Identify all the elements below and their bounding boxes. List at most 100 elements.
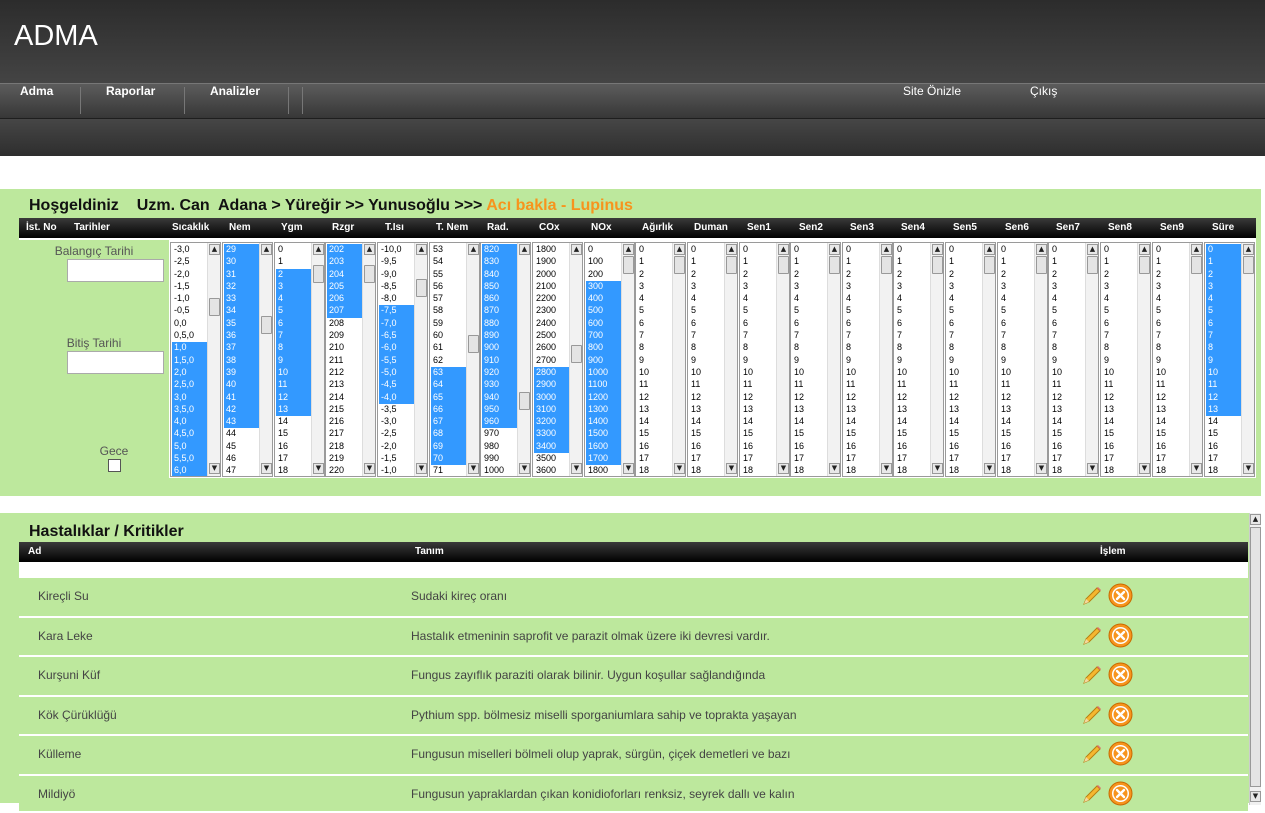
listbox-option[interactable]: 16 (741, 441, 778, 453)
listbox-duman[interactable]: 0 1 2 3 4 5 6 7 8 9 10 11 12 13 14 15 16 17 18 ▲ ▼ (687, 242, 738, 477)
scroll-up-icon[interactable]: ▲ (313, 244, 324, 255)
listbox-option[interactable]: 7 (1206, 330, 1243, 343)
col-header-desc[interactable]: Tanım (415, 546, 444, 557)
listbox-option[interactable]: 17 (1154, 453, 1191, 465)
listbox-option[interactable]: 7 (637, 330, 674, 342)
listbox-option[interactable]: 16 (844, 441, 881, 453)
listbox-option[interactable]: 15 (741, 428, 778, 440)
listbox-option[interactable]: 13 (741, 404, 778, 416)
listbox-option[interactable]: 13 (1102, 404, 1139, 416)
listbox-option[interactable]: 1000 (586, 366, 623, 380)
scroll-up-icon[interactable]: ▲ (674, 244, 685, 255)
listbox-option[interactable]: 0 (947, 244, 984, 256)
listbox-option[interactable]: 15 (1102, 428, 1139, 440)
listbox-option[interactable]: 12 (999, 392, 1036, 404)
listbox-option[interactable]: 5 (947, 305, 984, 317)
listbox-option[interactable]: 15 (276, 428, 313, 440)
table-row[interactable]: Kök Çürüklüğü Pythium spp. bölmesiz misel… (19, 694, 1248, 732)
listbox-option[interactable]: 18 (1154, 465, 1191, 476)
listbox-option[interactable]: 11 (895, 379, 932, 391)
listbox-option[interactable]: 16 (1050, 441, 1087, 453)
listbox-option[interactable]: 9 (999, 355, 1036, 367)
listbox-option[interactable]: 2500 (534, 330, 571, 342)
listbox-nem[interactable]: 29 30 31 32 33 34 35 36 37 38 39 40 41 42 43 44 45 46 47 ▲ ▼ (222, 242, 273, 477)
listbox-option[interactable]: -4,5 (379, 379, 416, 392)
listbox-option[interactable]: 14 (1206, 416, 1243, 428)
listbox-option[interactable]: 10 (1102, 367, 1139, 379)
listbox-option[interactable]: 17 (999, 453, 1036, 465)
scroll-thumb[interactable] (209, 298, 220, 316)
listbox-option[interactable]: 1 (1102, 256, 1139, 268)
listbox-option[interactable]: 4 (895, 293, 932, 305)
listbox-option[interactable]: 1 (741, 256, 778, 268)
listbox-option[interactable]: 64 (431, 379, 468, 392)
listbox-option[interactable]: -9,0 (379, 269, 416, 281)
listbox-option[interactable]: -3,0 (379, 416, 416, 428)
listbox-option[interactable]: 4 (844, 293, 881, 305)
listbox-option[interactable]: 40 (224, 379, 261, 392)
listbox-option[interactable]: 13 (895, 404, 932, 416)
listbox-option[interactable]: 17 (1050, 453, 1087, 465)
listbox-option[interactable]: 3 (947, 281, 984, 293)
listbox-option[interactable]: 16 (637, 441, 674, 453)
listbox-option[interactable]: 18 (792, 465, 829, 476)
listbox-scrollbar[interactable]: ▲ ▼ (1034, 243, 1047, 476)
listbox-option[interactable]: 15 (792, 428, 829, 440)
listbox-option[interactable]: 9 (1050, 355, 1087, 367)
listbox-option[interactable]: 10 (844, 367, 881, 379)
listbox-option[interactable]: 0 (999, 244, 1036, 256)
listbox-scrollbar[interactable]: ▲ ▼ (930, 243, 943, 476)
listbox-option[interactable]: 0 (637, 244, 674, 256)
scroll-up-icon[interactable]: ▲ (261, 244, 272, 255)
listbox-option[interactable]: 12 (895, 392, 932, 404)
listbox-option[interactable]: 14 (689, 416, 726, 428)
listbox-option[interactable]: 8 (844, 342, 881, 354)
listbox-option[interactable]: 10 (1050, 367, 1087, 379)
listbox-option[interactable]: 9 (1206, 354, 1243, 367)
listbox-option[interactable]: 11 (741, 379, 778, 391)
scroll-thumb[interactable] (984, 256, 995, 274)
table-row[interactable]: Mildiyö Fungusun yapraklardan çıkan konid… (19, 774, 1248, 811)
listbox-sen7[interactable]: 0 1 2 3 4 5 6 7 8 9 10 11 12 13 14 15 16 17 18 ▲ ▼ (1048, 242, 1099, 477)
listbox-option[interactable]: 2700 (534, 355, 571, 367)
listbox-option[interactable]: 36 (224, 330, 261, 343)
listbox-ygm[interactable]: 0 1 2 3 4 5 6 7 8 9 10 11 12 13 14 15 16 17 18 ▲ ▼ (274, 242, 325, 477)
listbox-option[interactable]: 2,0 (172, 366, 209, 380)
scroll-up-icon[interactable]: ▲ (1243, 244, 1254, 255)
listbox-option[interactable]: 204 (327, 268, 364, 281)
listbox-option[interactable]: 9 (637, 355, 674, 367)
scroll-thumb[interactable] (1087, 256, 1098, 274)
listbox-option[interactable]: 1,0 (172, 342, 209, 355)
listbox-scrollbar[interactable]: ▲ ▼ (466, 243, 479, 476)
listbox-option[interactable]: 8 (947, 342, 984, 354)
listbox-option[interactable]: 600 (586, 317, 623, 331)
listbox-option[interactable]: 211 (327, 355, 364, 367)
listbox-option[interactable]: 16 (947, 441, 984, 453)
listbox-option[interactable]: -9,5 (379, 256, 416, 268)
listbox-option[interactable]: 14 (1154, 416, 1191, 428)
listbox-option[interactable]: 14 (276, 416, 313, 428)
listbox-option[interactable]: 11 (276, 379, 313, 392)
listbox-option[interactable]: 7 (1154, 330, 1191, 342)
listbox-sicaklik[interactable]: -3,0 -2,5 -2,0 -1,5 -1,0 -0,5 0,0 0,5,0 1,0 1,5,0… (170, 242, 221, 477)
listbox-option[interactable]: 800 (586, 342, 623, 355)
listbox-option[interactable]: -8,0 (379, 293, 416, 305)
listbox-option[interactable]: 70 (431, 453, 468, 466)
listbox-option[interactable]: 7 (1102, 330, 1139, 342)
listbox-option[interactable]: 820 (482, 244, 519, 257)
scroll-up-icon[interactable]: ▲ (726, 244, 737, 255)
table-row[interactable]: Kara Leke Hastalık etmeninin saprofit ve … (19, 615, 1248, 653)
listbox-option[interactable]: 6 (844, 318, 881, 330)
listbox-option[interactable]: 870 (482, 305, 519, 318)
listbox-option[interactable]: 12 (741, 392, 778, 404)
listbox-option[interactable]: -3,0 (172, 244, 209, 256)
listbox-option[interactable]: 2 (895, 269, 932, 281)
listbox-option[interactable]: 16 (792, 441, 829, 453)
scroll-thumb[interactable] (571, 345, 582, 363)
listbox-option[interactable]: 68 (431, 428, 468, 441)
listbox-option[interactable]: 9 (741, 355, 778, 367)
listbox-rad[interactable]: 820 830 840 850 860 870 880 890 900 910 920 930 940 9… (480, 242, 531, 477)
listbox-option[interactable]: 970 (482, 428, 519, 440)
scroll-up-icon[interactable]: ▲ (829, 244, 840, 255)
listbox-option[interactable]: 43 (224, 416, 261, 429)
